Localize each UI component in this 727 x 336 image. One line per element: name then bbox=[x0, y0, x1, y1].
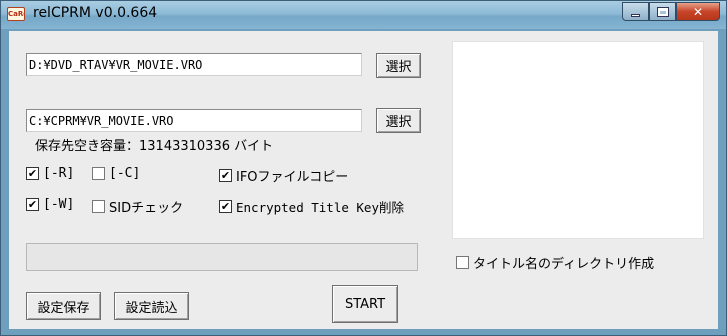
checkbox-checked-icon: ✔ bbox=[26, 167, 39, 180]
option-w-checkbox[interactable]: ✔ [-W] bbox=[26, 197, 74, 212]
sid-check-checkbox[interactable]: SIDチェック bbox=[92, 197, 183, 216]
checkbox-unchecked-icon bbox=[92, 200, 105, 213]
close-button[interactable]: ✕ bbox=[676, 2, 720, 21]
load-settings-button[interactable]: 設定読込 bbox=[114, 292, 189, 320]
minimize-button[interactable] bbox=[622, 2, 649, 21]
encrypted-title-key-delete-label: Encrypted Title Key削除 bbox=[236, 200, 404, 215]
checkbox-checked-icon: ✔ bbox=[219, 200, 232, 213]
title-dir-label: タイトル名のディレクトリ作成 bbox=[473, 257, 655, 272]
destination-select-button[interactable]: 選択 bbox=[376, 108, 421, 133]
progress-bar bbox=[26, 243, 418, 271]
source-select-button[interactable]: 選択 bbox=[376, 53, 421, 78]
close-icon: ✕ bbox=[692, 4, 704, 19]
app-window: CaRel relCPRM v0.0.664 ✕ 選択 選択 保存先空き容量：1… bbox=[0, 0, 727, 336]
destination-path-input[interactable] bbox=[26, 109, 362, 132]
window-title: relCPRM v0.0.664 bbox=[33, 5, 158, 21]
title-dir-checkbox[interactable]: タイトル名のディレクトリ作成 bbox=[456, 253, 654, 272]
client-area: 選択 選択 保存先空き容量：13143310336 バイト ✔ [-R] [-C… bbox=[9, 31, 718, 329]
option-w-label: [-W] bbox=[43, 197, 75, 212]
option-c-checkbox[interactable]: [-C] bbox=[92, 166, 140, 181]
start-button[interactable]: START bbox=[332, 285, 398, 323]
encrypted-title-key-delete-checkbox[interactable]: ✔ Encrypted Title Key削除 bbox=[219, 197, 404, 216]
maximize-icon bbox=[656, 6, 669, 17]
free-space-label: 保存先空き容量：13143310336 バイト bbox=[35, 139, 274, 154]
app-logo-icon: CaRel bbox=[7, 7, 25, 21]
save-settings-button[interactable]: 設定保存 bbox=[26, 292, 101, 320]
maximize-button[interactable] bbox=[649, 2, 676, 21]
preview-pane bbox=[452, 41, 704, 239]
checkbox-checked-icon: ✔ bbox=[219, 169, 232, 182]
sid-check-label: SIDチェック bbox=[109, 201, 184, 216]
checkbox-unchecked-icon bbox=[92, 167, 105, 180]
checkbox-checked-icon: ✔ bbox=[26, 198, 39, 211]
checkbox-unchecked-icon bbox=[456, 256, 469, 269]
ifo-copy-checkbox[interactable]: ✔ IFOファイルコピー bbox=[219, 166, 348, 185]
option-r-label: [-R] bbox=[43, 166, 75, 181]
ifo-copy-label: IFOファイルコピー bbox=[236, 170, 349, 185]
caption-buttons: ✕ bbox=[622, 2, 720, 21]
minimize-icon bbox=[631, 13, 640, 17]
title-bar[interactable]: CaRel relCPRM v0.0.664 ✕ bbox=[1, 1, 726, 29]
option-c-label: [-C] bbox=[109, 166, 141, 181]
option-r-checkbox[interactable]: ✔ [-R] bbox=[26, 166, 74, 181]
source-path-input[interactable] bbox=[26, 53, 362, 76]
